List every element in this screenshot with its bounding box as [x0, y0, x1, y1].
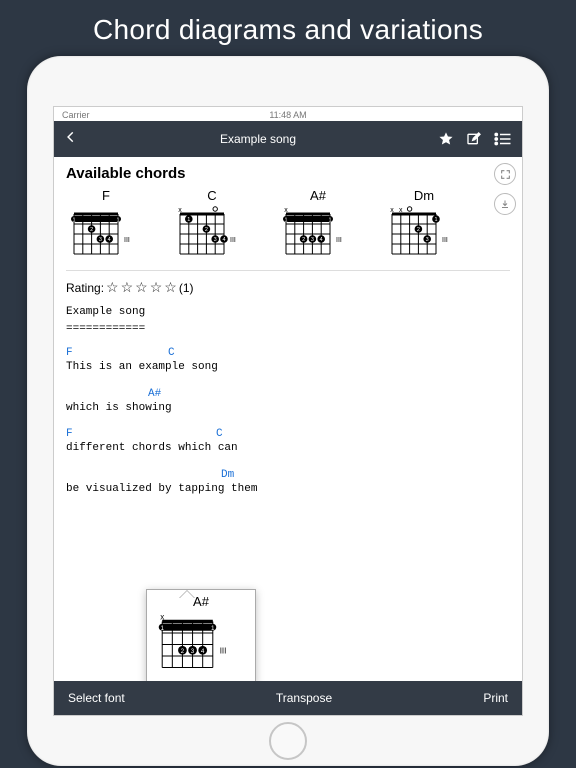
status-time: 11:48 AM — [54, 110, 522, 120]
svg-text:x: x — [284, 207, 288, 214]
svg-text:1: 1 — [187, 217, 190, 223]
expand-button[interactable] — [494, 163, 516, 185]
chord-name: Dm — [384, 188, 464, 203]
svg-text:2: 2 — [205, 227, 208, 233]
star-icon[interactable]: ☆ — [106, 279, 119, 296]
inline-chord[interactable]: A# — [148, 386, 161, 403]
favorite-button[interactable] — [438, 131, 454, 147]
home-button[interactable] — [269, 722, 307, 760]
app-screen: Carrier 11:48 AM Example song — [53, 106, 523, 716]
star-icon[interactable]: ☆ — [121, 279, 134, 296]
chord-name: F — [66, 188, 146, 203]
inline-chord[interactable]: C — [216, 426, 223, 443]
svg-text:2: 2 — [90, 227, 93, 233]
star-icon[interactable]: ☆ — [135, 279, 148, 296]
print-button[interactable]: Print — [483, 691, 508, 705]
star-icon[interactable]: ☆ — [164, 279, 177, 296]
promo-title: Chord diagrams and variations — [0, 0, 576, 56]
svg-text:1: 1 — [434, 217, 437, 223]
chord-diagram[interactable]: A# x 1 1 234 III — [278, 188, 358, 262]
inline-chord[interactable]: F — [66, 426, 73, 443]
svg-text:3: 3 — [426, 237, 429, 243]
chord-name: A# — [278, 188, 358, 203]
svg-text:2: 2 — [181, 648, 185, 655]
svg-text:1: 1 — [72, 218, 75, 224]
compose-button[interactable] — [466, 131, 482, 147]
status-bar: Carrier 11:48 AM — [54, 107, 522, 121]
rating-row: Rating: ☆ ☆ ☆ ☆ ☆ (1) — [66, 279, 510, 296]
chord-grid: F11234III Cx1234III A#x11234III Dmxx123I… — [66, 188, 510, 262]
svg-text:x: x — [178, 207, 182, 214]
svg-text:3: 3 — [214, 237, 217, 243]
svg-text:1: 1 — [328, 218, 331, 224]
inline-chord[interactable]: C — [168, 345, 175, 362]
select-font-button[interactable]: Select font — [68, 691, 125, 705]
back-button[interactable] — [64, 130, 78, 149]
page-title: Example song — [78, 132, 438, 146]
song-title: Example song — [66, 304, 510, 321]
transpose-button[interactable]: Transpose — [125, 691, 484, 705]
chord-diagram[interactable]: Dm xx 1 23 III — [384, 188, 464, 262]
svg-text:x: x — [399, 207, 403, 214]
svg-text:III: III — [124, 237, 130, 244]
svg-text:4: 4 — [222, 237, 225, 243]
chord-diagram[interactable]: A# x 1 1 234 III — [153, 594, 249, 677]
lyric-line: different chords which can — [66, 440, 510, 457]
rating-label: Rating: — [66, 281, 104, 295]
svg-text:x: x — [160, 612, 164, 621]
download-button[interactable] — [494, 193, 516, 215]
content-area: Available chords F11234III Cx1234III A#x… — [54, 157, 522, 681]
chord-popover[interactable]: A# x 1 1 234 III — [146, 589, 256, 681]
star-icon[interactable]: ☆ — [150, 279, 163, 296]
svg-text:4: 4 — [108, 237, 111, 243]
svg-text:III: III — [442, 237, 448, 244]
section-title: Available chords — [66, 165, 510, 182]
divider — [66, 270, 510, 271]
chord-diagram[interactable]: Cx1 234 III — [172, 188, 252, 262]
svg-text:3: 3 — [99, 237, 102, 243]
svg-text:3: 3 — [311, 237, 314, 243]
svg-text:1: 1 — [116, 218, 119, 224]
lyric-line: This is an example song — [66, 359, 510, 376]
svg-text:III: III — [336, 237, 342, 244]
inline-chord[interactable]: Dm — [221, 467, 234, 484]
svg-text:x: x — [390, 207, 394, 214]
ipad-frame: Carrier 11:48 AM Example song — [27, 56, 549, 766]
bottom-toolbar: Select font Transpose Print — [54, 681, 522, 715]
nav-bar: Example song — [54, 121, 522, 157]
chord-diagram[interactable]: F 1 1 234 III — [66, 188, 146, 262]
song-title-underline: ============ — [66, 321, 510, 338]
lyric-line: be visualized by tapping them — [66, 481, 510, 498]
svg-text:1: 1 — [284, 218, 287, 224]
inline-chord[interactable]: F — [66, 345, 73, 362]
rating-count: (1) — [179, 281, 194, 295]
svg-text:1: 1 — [211, 625, 215, 632]
svg-text:3: 3 — [191, 648, 195, 655]
svg-text:4: 4 — [320, 237, 323, 243]
list-button[interactable] — [494, 132, 512, 146]
lyrics: FCThis is an example songA#which is show… — [66, 337, 510, 507]
svg-text:4: 4 — [201, 648, 205, 655]
svg-text:III: III — [230, 237, 236, 244]
lyric-line: which is showing — [66, 400, 510, 417]
chord-name: C — [172, 188, 252, 203]
svg-text:III: III — [220, 647, 227, 656]
svg-text:2: 2 — [417, 227, 420, 233]
svg-text:2: 2 — [302, 237, 305, 243]
chord-name: A# — [153, 594, 249, 609]
song-body: Example song ============ FCThis is an e… — [66, 304, 510, 507]
svg-text:1: 1 — [160, 625, 164, 632]
